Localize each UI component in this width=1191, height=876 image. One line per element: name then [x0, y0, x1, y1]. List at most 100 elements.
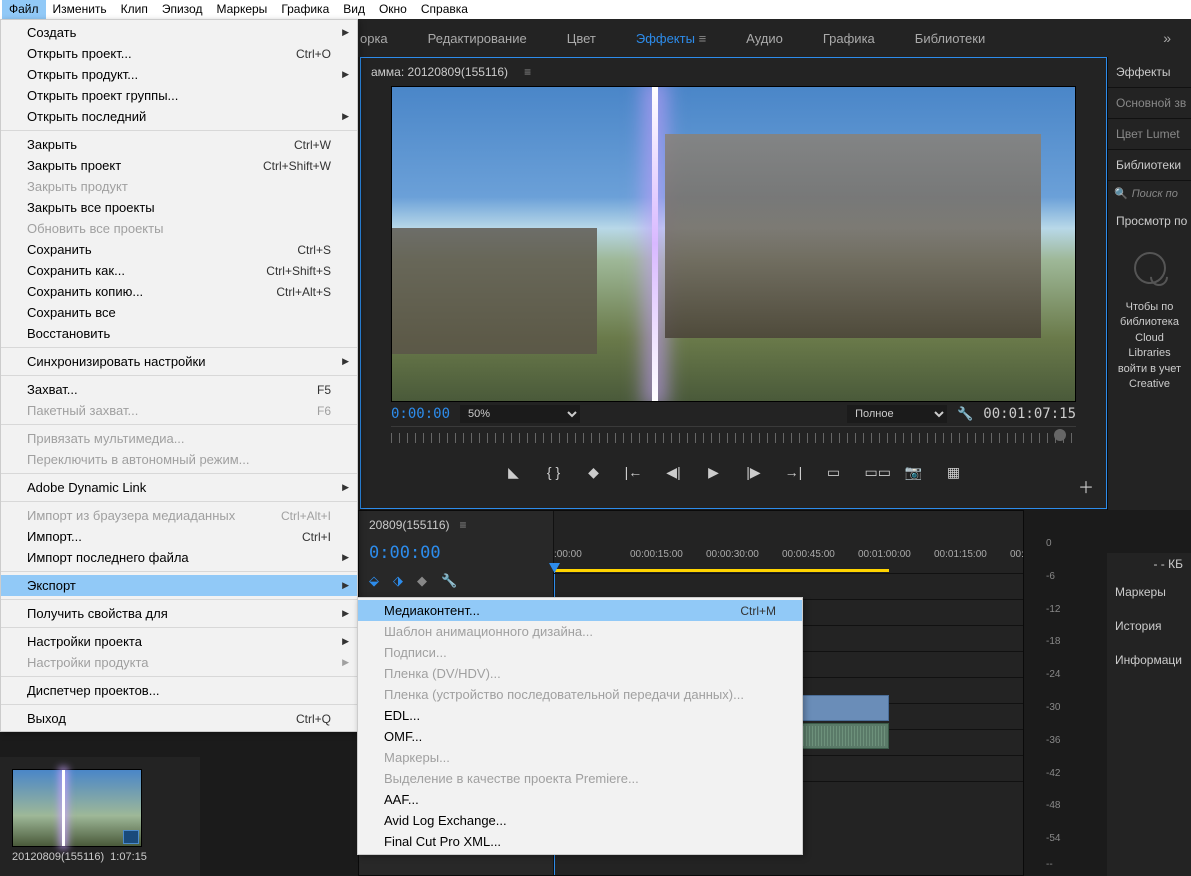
export-menu-item[interactable]: Avid Log Exchange... — [358, 810, 802, 831]
ws-audio[interactable]: Аудио — [746, 31, 783, 46]
extract-icon[interactable]: ▭▭ — [865, 464, 883, 481]
file-menu-item[interactable]: Открыть проект группы... — [1, 85, 357, 106]
ws-color[interactable]: Цвет — [567, 31, 596, 46]
menu-window[interactable]: Окно — [372, 0, 414, 19]
export-menu-item: Подписи... — [358, 642, 802, 663]
rp-tab-libraries[interactable]: Библиотеки — [1108, 150, 1191, 181]
cache-size: - - КБ — [1107, 553, 1191, 575]
program-settings-icon[interactable]: 🔧 — [957, 406, 973, 422]
file-menu-item[interactable]: Синхронизировать настройки▶ — [1, 351, 357, 372]
step-fwd-icon[interactable]: |▶ — [745, 464, 763, 481]
export-frame-icon[interactable]: 📷 — [905, 464, 923, 481]
submenu-arrow-icon: ▶ — [342, 356, 349, 367]
file-menu-item[interactable]: Восстановить — [1, 323, 357, 344]
file-menu-item[interactable]: ЗакрытьCtrl+W — [1, 134, 357, 155]
file-menu-item[interactable]: Открыть проект...Ctrl+O — [1, 43, 357, 64]
linked-selection-icon[interactable]: ⬗ — [393, 573, 403, 589]
ws-graphics[interactable]: Графика — [823, 31, 875, 46]
step-back-icon[interactable]: ◀| — [665, 464, 683, 481]
export-menu-item[interactable]: Final Cut Pro XML... — [358, 831, 802, 852]
program-video-canvas[interactable] — [391, 86, 1076, 402]
file-menu-item[interactable]: Закрыть все проекты — [1, 197, 357, 218]
timeline-work-area[interactable] — [554, 569, 889, 572]
snap-icon[interactable]: ⬙ — [369, 573, 379, 589]
file-menu-item[interactable]: Открыть продукт...▶ — [1, 64, 357, 85]
menu-markers[interactable]: Маркеры — [209, 0, 274, 19]
lift-icon[interactable]: ▭ — [825, 464, 843, 481]
timeline-menu-icon[interactable]: ≡ — [460, 518, 467, 532]
file-menu-item[interactable]: Adobe Dynamic Link▶ — [1, 477, 357, 498]
file-menu-item[interactable]: Закрыть проектCtrl+Shift+W — [1, 155, 357, 176]
ws-assembly[interactable]: орка — [360, 31, 388, 46]
menu-file[interactable]: Файл — [2, 0, 46, 19]
menu-help[interactable]: Справка — [414, 0, 475, 19]
file-menu-item[interactable]: Экспорт▶ — [1, 575, 357, 596]
file-menu-item[interactable]: Импорт последнего файла▶ — [1, 547, 357, 568]
export-menu-item[interactable]: AAF... — [358, 789, 802, 810]
export-menu-item: Шаблон анимационного дизайна... — [358, 621, 802, 642]
comparison-icon[interactable]: ▦ — [945, 464, 963, 481]
rp-tab-effects[interactable]: Эффекты — [1108, 57, 1191, 88]
file-menu-item[interactable]: СохранитьCtrl+S — [1, 239, 357, 260]
export-menu-item[interactable]: OMF... — [358, 726, 802, 747]
libraries-browse[interactable]: Просмотр по — [1108, 206, 1191, 236]
project-panel: 20120809(155116) 1:07:15 — [0, 757, 200, 876]
file-menu-item[interactable]: Настройки проекта▶ — [1, 631, 357, 652]
file-menu-item[interactable]: Получить свойства для▶ — [1, 603, 357, 624]
program-zoom-select[interactable]: 50% — [460, 405, 580, 423]
go-to-in-icon[interactable]: |← — [625, 464, 643, 480]
menu-sequence[interactable]: Эпизод — [155, 0, 210, 19]
libraries-search[interactable]: 🔍 Поиск по — [1108, 181, 1191, 206]
marker-tool-icon[interactable]: ◆ — [417, 573, 427, 589]
file-menu-item[interactable]: Открыть последний▶ — [1, 106, 357, 127]
rp-tab-essential-sound[interactable]: Основной зв — [1108, 88, 1191, 119]
ws-libraries[interactable]: Библиотеки — [915, 31, 985, 46]
program-info-row: 0:00:00 50% Полное 🔧 00:01:07:15 — [361, 402, 1106, 426]
mark-in-icon[interactable]: ◣ — [505, 464, 523, 481]
menu-graphics[interactable]: Графика — [274, 0, 336, 19]
rp-tab-markers[interactable]: Маркеры — [1107, 575, 1191, 609]
timeline-playhead-tc[interactable]: 0:00:00 — [359, 539, 553, 567]
submenu-arrow-icon: ▶ — [342, 608, 349, 619]
program-scrub-handle[interactable] — [1054, 429, 1066, 441]
program-quality-select[interactable]: Полное — [847, 405, 947, 423]
ws-effects[interactable]: Эффекты ≡ — [636, 31, 706, 46]
menu-view[interactable]: Вид — [336, 0, 372, 19]
program-tab[interactable]: амма: 20120809(155116) — [371, 65, 508, 79]
file-menu-item[interactable]: ВыходCtrl+Q — [1, 708, 357, 729]
mark-out-icon[interactable]: { } — [545, 464, 563, 480]
ws-editing[interactable]: Редактирование — [428, 31, 527, 46]
file-menu-item[interactable]: Захват...F5 — [1, 379, 357, 400]
submenu-arrow-icon: ▶ — [342, 636, 349, 647]
right-panel-upper: Эффекты Основной зв Цвет Lumet Библиотек… — [1107, 57, 1191, 510]
menu-edit[interactable]: Изменить — [46, 0, 114, 19]
button-editor-icon[interactable]: ＋ — [1078, 474, 1094, 498]
audio-meters: 0 -6 -12 -18 -24 -30 -36 -42 -48 -54 -- — [1023, 510, 1107, 876]
file-menu-item[interactable]: Импорт...Ctrl+I — [1, 526, 357, 547]
export-menu-item[interactable]: EDL... — [358, 705, 802, 726]
timeline-tab[interactable]: 20809(155116) — [369, 518, 450, 532]
add-marker-icon[interactable]: ◆ — [585, 464, 603, 481]
file-menu-item: Пакетный захват...F6 — [1, 400, 357, 421]
panel-menu-icon[interactable]: ≡ — [524, 65, 531, 79]
project-clip-thumb[interactable] — [12, 769, 142, 847]
file-menu-item[interactable]: Сохранить все — [1, 302, 357, 323]
export-menu-item[interactable]: Медиаконтент...Ctrl+M — [358, 600, 802, 621]
timeline-settings-icon[interactable]: 🔧 — [441, 573, 457, 589]
rp-tab-history[interactable]: История — [1107, 609, 1191, 643]
menu-clip[interactable]: Клип — [114, 0, 155, 19]
ws-more-icon[interactable]: » — [1163, 30, 1171, 46]
submenu-arrow-icon: ▶ — [342, 657, 349, 668]
export-submenu-dropdown: Медиаконтент...Ctrl+MШаблон анимационног… — [357, 597, 803, 855]
program-tc-duration: 00:01:07:15 — [983, 406, 1076, 422]
file-menu-item[interactable]: Сохранить копию...Ctrl+Alt+S — [1, 281, 357, 302]
rp-tab-lumetri[interactable]: Цвет Lumet — [1108, 119, 1191, 150]
program-scrub-bar[interactable] — [391, 426, 1076, 454]
file-menu-item[interactable]: Сохранить как...Ctrl+Shift+S — [1, 260, 357, 281]
file-menu-item[interactable]: Создать▶ — [1, 22, 357, 43]
file-menu-item[interactable]: Диспетчер проектов... — [1, 680, 357, 701]
play-icon[interactable]: ▶ — [705, 464, 723, 481]
rp-tab-info[interactable]: Информаци — [1107, 643, 1191, 677]
go-to-out-icon[interactable]: →| — [785, 464, 803, 480]
program-tc-in[interactable]: 0:00:00 — [391, 406, 450, 422]
